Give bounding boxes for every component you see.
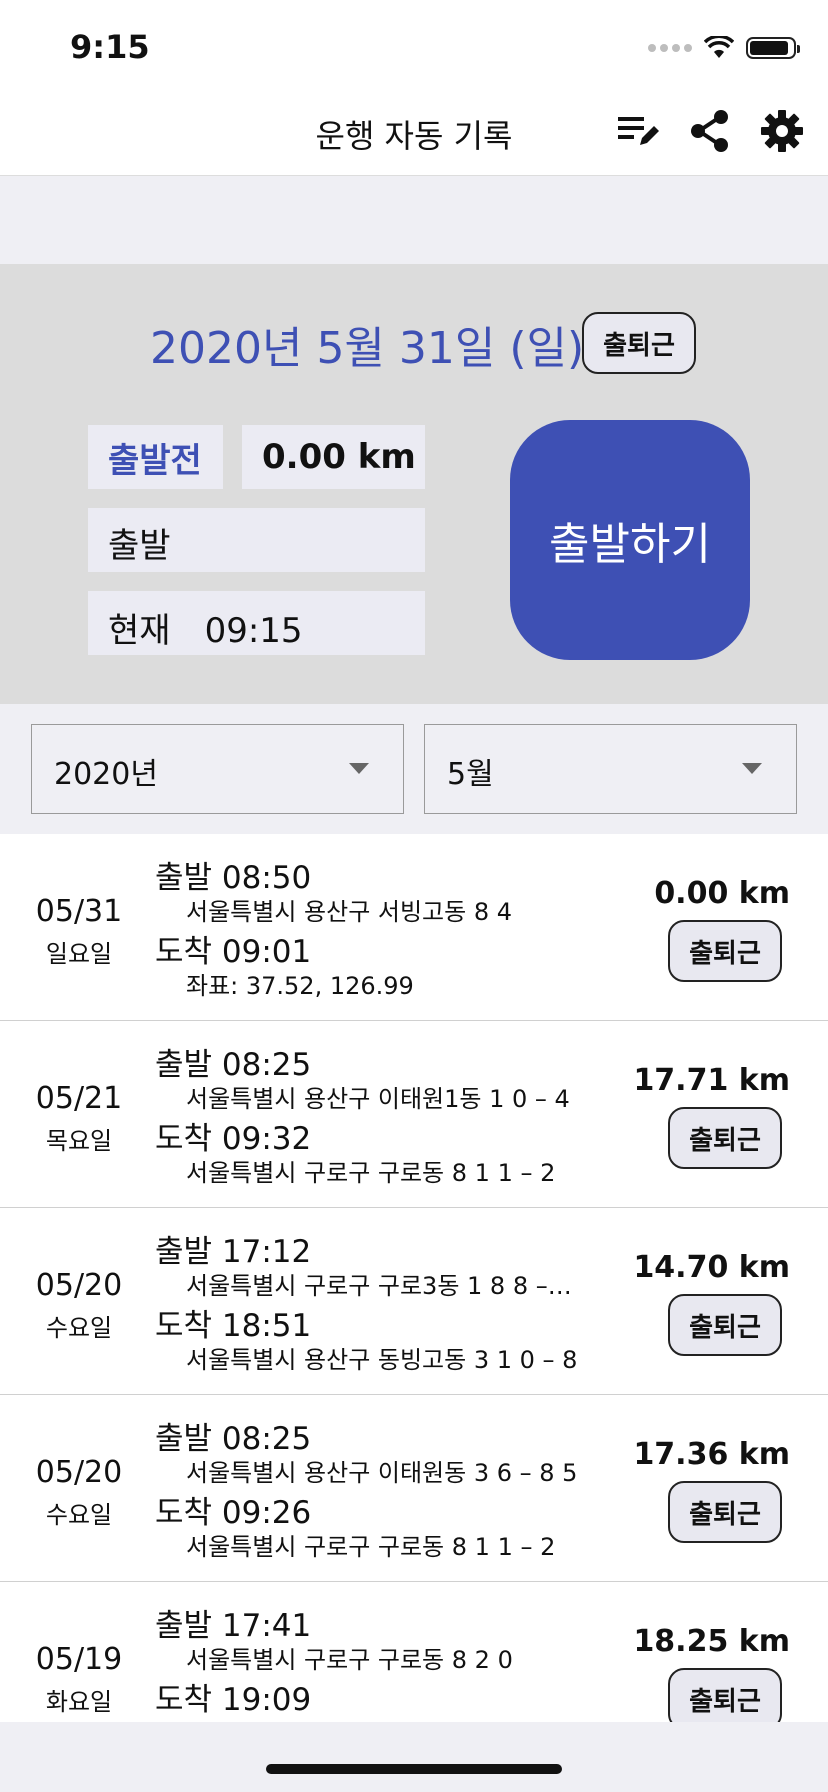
trip-date: 05/19 xyxy=(35,1642,123,1677)
trip-arrive-address: 서울특별시 구로구 구로동 8 1 1 – 2 xyxy=(186,1533,556,1561)
trip-depart-time: 출발 08:25 xyxy=(155,1421,312,1457)
banner-area xyxy=(0,176,828,264)
trip-category-button[interactable]: 출퇴근 xyxy=(668,1668,782,1722)
month-select-value: 5월 xyxy=(447,757,494,792)
trip-date: 05/21 xyxy=(35,1081,123,1116)
cellular-signal-icon xyxy=(648,44,692,52)
year-select-value: 2020년 xyxy=(54,757,158,792)
edit-list-icon[interactable] xyxy=(614,107,662,155)
trip-status: 출발전 xyxy=(88,425,223,489)
home-indicator[interactable] xyxy=(266,1764,562,1774)
month-select[interactable]: 5월 xyxy=(424,724,797,814)
dropdown-arrow-icon xyxy=(742,763,762,774)
trip-row[interactable]: 05/20 수요일 출발 17:12 서울특별시 구로구 구로3동 1 8 8 … xyxy=(0,1208,828,1395)
trip-arrive-address: 서울특별시 구로구 구로동 8 1 1 – 2 xyxy=(186,1159,556,1187)
trip-distance: 0.00 km xyxy=(654,876,790,911)
current-time-field: 현재 09:15 xyxy=(88,591,425,655)
dropdown-arrow-icon xyxy=(349,763,369,774)
now-label: 현재 xyxy=(108,611,171,651)
trip-arrive-time: 도착 09:01 xyxy=(155,934,312,970)
trip-arrive-time: 도착 18:51 xyxy=(155,1308,312,1344)
trip-arrive-time: 도착 19:09 xyxy=(155,1682,312,1718)
depart-label: 출발 xyxy=(108,526,171,566)
battery-icon xyxy=(746,37,800,59)
year-select[interactable]: 2020년 xyxy=(31,724,404,814)
trip-depart-time: 출발 17:12 xyxy=(155,1234,312,1270)
trip-category-button[interactable]: 출퇴근 xyxy=(668,1481,782,1543)
trip-distance: 0.00 km xyxy=(242,425,425,489)
wifi-icon xyxy=(704,36,734,58)
trip-arrive-time: 도착 09:26 xyxy=(155,1495,312,1531)
gear-icon[interactable] xyxy=(758,107,806,155)
trip-depart-time: 출발 08:25 xyxy=(155,1047,312,1083)
trip-weekday: 일요일 xyxy=(45,940,113,968)
trip-distance: 17.36 km xyxy=(633,1437,790,1472)
trip-distance: 14.70 km xyxy=(633,1250,790,1285)
battery-level xyxy=(750,41,788,55)
home-indicator-area xyxy=(0,1722,828,1792)
depart-time-field: 출발 xyxy=(88,508,425,572)
trip-date: 05/20 xyxy=(35,1268,123,1303)
trip-depart-address: 서울특별시 구로구 구로동 8 2 0 xyxy=(186,1646,513,1674)
start-trip-button[interactable]: 출발하기 xyxy=(510,420,750,660)
trip-row[interactable]: 05/21 목요일 출발 08:25 서울특별시 용산구 이태원1동 1 0 –… xyxy=(0,1021,828,1208)
trip-depart-address: 서울특별시 용산구 서빙고동 8 4 xyxy=(186,898,513,926)
status-bar: 9:15 xyxy=(0,0,828,95)
status-time: 9:15 xyxy=(70,28,150,66)
trip-arrive-time: 도착 09:32 xyxy=(155,1121,312,1157)
trip-arrive-address: 서울특별시 용산구 동빙고동 3 1 0 – 8 xyxy=(186,1346,578,1374)
commute-category-button[interactable]: 출퇴근 xyxy=(582,312,696,374)
nav-actions xyxy=(614,107,806,155)
trip-arrive-address: 좌표: 37.52, 126.99 xyxy=(186,972,414,1000)
trip-depart-address: 서울특별시 용산구 이태원동 3 6 – 8 5 xyxy=(186,1459,578,1487)
trip-panel: 2020년 5월 31일 (일) 출퇴근 출발전 0.00 km 출발 현재 09… xyxy=(0,264,828,704)
share-icon[interactable] xyxy=(686,107,734,155)
current-date: 2020년 5월 31일 (일) xyxy=(150,323,585,374)
trip-distance: 18.25 km xyxy=(633,1624,790,1659)
navigation-bar: 운행 자동 기록 xyxy=(0,95,828,176)
trip-distance: 17.71 km xyxy=(633,1063,790,1098)
trip-weekday: 수요일 xyxy=(45,1314,113,1342)
trip-row[interactable]: 05/31 일요일 출발 08:50 서울특별시 용산구 서빙고동 8 4 도착… xyxy=(0,834,828,1021)
trip-weekday: 화요일 xyxy=(45,1688,113,1716)
trip-depart-time: 출발 17:41 xyxy=(155,1608,312,1644)
filter-bar: 2020년 5월 xyxy=(0,704,828,834)
trip-category-button[interactable]: 출퇴근 xyxy=(668,1107,782,1169)
trip-depart-time: 출발 08:50 xyxy=(155,860,312,896)
trip-row[interactable]: 05/20 수요일 출발 08:25 서울특별시 용산구 이태원동 3 6 – … xyxy=(0,1395,828,1582)
trip-weekday: 목요일 xyxy=(45,1127,113,1155)
trip-weekday: 수요일 xyxy=(45,1501,113,1529)
trip-category-button[interactable]: 출퇴근 xyxy=(668,1294,782,1356)
trip-arrive-address: 서울특별시 용산구 동빙고동 3 1 0 xyxy=(186,1714,535,1722)
trip-category-button[interactable]: 출퇴근 xyxy=(668,920,782,982)
trip-depart-address: 서울특별시 구로구 구로3동 1 8 8 –… xyxy=(186,1272,572,1300)
trip-date: 05/31 xyxy=(35,894,123,929)
trip-row[interactable]: 05/19 화요일 출발 17:41 서울특별시 구로구 구로동 8 2 0 도… xyxy=(0,1582,828,1722)
trip-list[interactable]: 05/31 일요일 출발 08:50 서울특별시 용산구 서빙고동 8 4 도착… xyxy=(0,834,828,1722)
now-time: 09:15 xyxy=(204,611,303,651)
trip-date: 05/20 xyxy=(35,1455,123,1490)
status-indicators xyxy=(648,36,800,60)
trip-depart-address: 서울특별시 용산구 이태원1동 1 0 – 4 xyxy=(186,1085,570,1113)
